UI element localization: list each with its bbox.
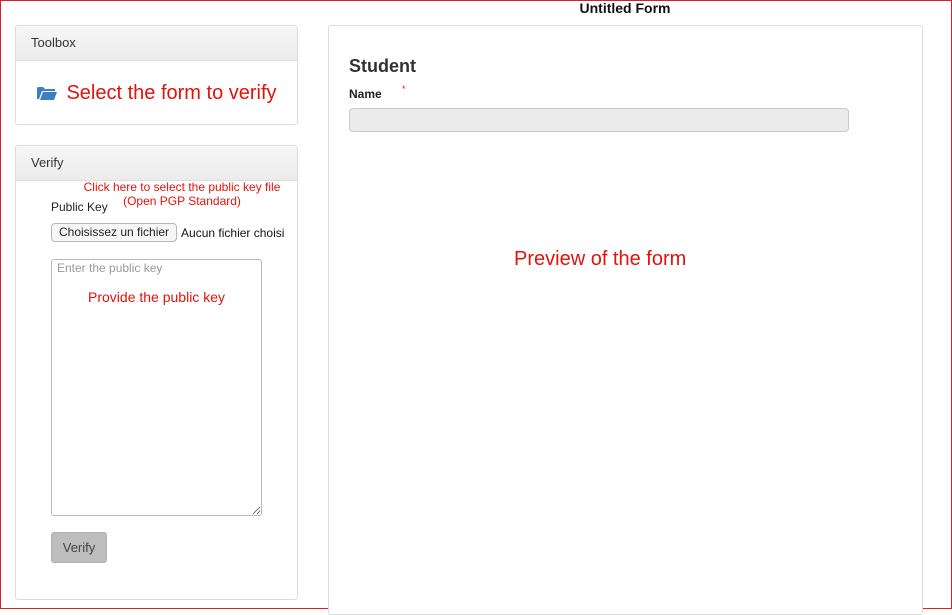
folder-open-icon <box>36 85 58 101</box>
preview-annotation: Preview of the form <box>514 248 687 270</box>
choose-file-button[interactable]: Choisissez un fichier <box>51 223 178 242</box>
verify-panel: Verify Click here to select the public k… <box>15 145 298 600</box>
select-form-label: Select the form to verify <box>66 81 277 104</box>
name-label: Name <box>349 87 382 101</box>
verify-button[interactable]: Verify <box>51 532 107 563</box>
form-title: Student <box>349 56 416 76</box>
form-preview-panel: Student Name * Preview of the form <box>328 25 923 615</box>
verify-heading: Verify <box>16 146 297 181</box>
file-status: Aucun fichier choisi <box>181 225 285 240</box>
file-hint-line2: (Open PGP Standard) <box>123 194 241 208</box>
select-form-link[interactable]: Select the form to verify <box>16 61 297 125</box>
required-marker: * <box>402 84 406 94</box>
name-input[interactable] <box>349 108 849 132</box>
public-key-label: Public Key <box>51 200 108 214</box>
provide-key-annotation: Provide the public key <box>88 289 225 305</box>
page-title: Untitled Form <box>579 0 671 16</box>
file-hint-annotation: Click here to select the public key file… <box>82 180 282 208</box>
file-input: Choisissez un fichier Aucun fichier choi… <box>51 223 284 242</box>
toolbox-panel: Toolbox Select the form to verify <box>15 25 298 125</box>
file-hint-line1: Click here to select the public key file <box>83 180 281 194</box>
toolbox-heading: Toolbox <box>16 26 297 61</box>
